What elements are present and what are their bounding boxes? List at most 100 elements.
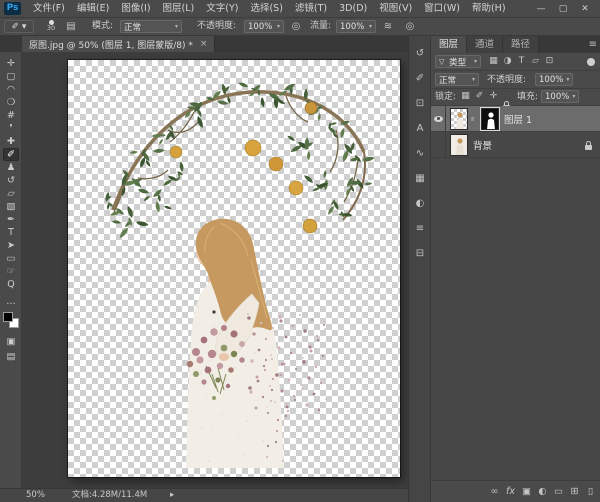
gradient-tool[interactable]: ▧ <box>3 200 19 213</box>
filter-adjustment-layers-icon[interactable]: ◑ <box>501 55 514 68</box>
layer1-mask-thumbnail[interactable] <box>481 108 499 130</box>
filter-pixel-layers-icon[interactable]: ▦ <box>487 55 500 68</box>
menu-window[interactable]: 窗口(W) <box>418 0 466 18</box>
lock-position-icon[interactable]: ✛ <box>487 90 500 103</box>
menu-view[interactable]: 视图(V) <box>373 0 418 18</box>
canvas[interactable] <box>68 60 400 477</box>
pen-tool[interactable]: ✒ <box>3 213 19 226</box>
lock-image-icon[interactable]: ✐ <box>473 90 486 103</box>
layer-row-layer1[interactable]: ∞ 图层 1 <box>431 106 600 132</box>
delete-layer-icon[interactable]: ▯ <box>583 484 598 499</box>
menu-file[interactable]: 文件(F) <box>27 0 71 18</box>
brush-preset-picker[interactable]: ✐ ▾ <box>4 20 34 33</box>
maximize-button[interactable]: ▢ <box>552 0 574 18</box>
quick-selection-tool[interactable]: ❍ <box>3 96 19 109</box>
layer-opacity-select[interactable]: 100% ▾ <box>535 73 573 86</box>
properties-panel-icon[interactable]: ≡ <box>411 221 429 237</box>
eyedropper-tool[interactable]: ❜ <box>3 122 19 135</box>
menu-edit[interactable]: 编辑(E) <box>71 0 115 18</box>
hand-tool[interactable]: ☞ <box>3 265 19 278</box>
particle <box>280 374 282 376</box>
particle <box>275 373 279 377</box>
layer-style-icon[interactable]: fx <box>503 484 518 499</box>
menu-image[interactable]: 图像(I) <box>115 0 156 18</box>
mask-link-icon[interactable]: ∞ <box>469 114 477 123</box>
fill-panel-icon[interactable]: ◐ <box>411 196 429 212</box>
particle <box>282 460 284 462</box>
opacity-label: 不透明度: <box>197 18 236 35</box>
menu-filter[interactable]: 滤镜(T) <box>289 0 333 18</box>
particle <box>313 393 316 396</box>
zoom-level[interactable]: 50% <box>26 489 45 502</box>
layer-fill-select[interactable]: 100% ▾ <box>541 90 579 103</box>
airbrush-icon[interactable]: ≋ <box>381 18 395 35</box>
brush-settings-panel-icon[interactable]: ✐ <box>411 71 429 87</box>
filter-kind-select[interactable]: ▽ 类型 ▾ <box>435 55 481 68</box>
minimize-button[interactable]: — <box>530 0 552 18</box>
filter-smart-objects-icon[interactable]: ⊡ <box>543 55 556 68</box>
document-tab[interactable]: 原图.jpg @ 50% (图层 1, 图层蒙版/8) * × <box>22 36 215 52</box>
opacity-select[interactable]: 100% ▾ <box>244 20 284 33</box>
toggle-brush-panel-icon[interactable]: ▤ <box>64 18 78 35</box>
tab-channels[interactable]: 通道 <box>467 36 503 53</box>
layer-name[interactable]: 图层 1 <box>504 112 532 126</box>
layer-name[interactable]: 背景 <box>473 138 492 152</box>
move-tool[interactable]: ✛ <box>3 57 19 70</box>
tab-paths[interactable]: 路径 <box>503 36 539 53</box>
close-tab-icon[interactable]: × <box>200 39 208 49</box>
info-panel-icon[interactable]: ⊟ <box>411 246 429 262</box>
path-selection-tool[interactable]: ➤ <box>3 239 19 252</box>
curves-panel-icon[interactable]: ∿ <box>411 146 429 162</box>
foreground-color-swatch[interactable] <box>3 312 13 322</box>
menu-select[interactable]: 选择(S) <box>244 0 288 18</box>
add-layer-mask-icon[interactable]: ▣ <box>519 484 534 499</box>
particle <box>300 384 302 386</box>
pressure-opacity-icon[interactable]: ◎ <box>289 18 303 35</box>
edit-toolbar-icon[interactable]: … <box>3 295 19 308</box>
visibility-toggle[interactable] <box>431 106 446 132</box>
screen-mode-icon[interactable]: ▤ <box>3 350 19 363</box>
background-thumbnail[interactable] <box>450 134 468 156</box>
quick-mask-icon[interactable]: ▣ <box>3 335 19 348</box>
filter-type-layers-icon[interactable]: T <box>515 55 528 68</box>
close-button[interactable]: ✕ <box>574 0 596 18</box>
history-panel-icon[interactable]: ↺ <box>411 46 429 62</box>
eraser-tool[interactable]: ▱ <box>3 187 19 200</box>
new-adjustment-layer-icon[interactable]: ◐ <box>535 484 550 499</box>
blend-mode-select[interactable]: 正常 ▾ <box>120 20 182 33</box>
layer-blend-mode-select[interactable]: 正常 ▾ <box>435 73 479 86</box>
layer1-thumbnail[interactable] <box>450 108 468 130</box>
character-panel-icon[interactable]: A <box>411 121 429 137</box>
filter-shape-layers-icon[interactable]: ▱ <box>529 55 542 68</box>
healing-brush-tool[interactable]: ✚ <box>3 135 19 148</box>
type-tool[interactable]: T <box>3 226 19 239</box>
history-brush-tool[interactable]: ↺ <box>3 174 19 187</box>
layer-filter-toggle[interactable] <box>587 58 595 66</box>
brush-tool[interactable]: ✐ <box>3 148 19 161</box>
menu-help[interactable]: 帮助(H) <box>466 0 512 18</box>
status-expand-icon[interactable]: ▸ <box>170 489 174 502</box>
link-layers-icon[interactable]: ∞ <box>487 484 502 499</box>
lock-transparent-icon[interactable]: ▦ <box>459 90 472 103</box>
menu-3d[interactable]: 3D(D) <box>333 0 373 18</box>
visibility-toggle[interactable] <box>431 132 446 158</box>
panel-menu-icon[interactable]: ≡ <box>589 36 597 53</box>
zoom-tool[interactable]: Q <box>3 278 19 291</box>
new-group-icon[interactable]: ▭ <box>551 484 566 499</box>
tab-layers[interactable]: 图层 <box>431 36 467 53</box>
menu-layer[interactable]: 图层(L) <box>157 0 201 18</box>
marquee-tool[interactable]: ▢ <box>3 70 19 83</box>
crop-tool[interactable]: # <box>3 109 19 122</box>
new-layer-icon[interactable]: ⊞ <box>567 484 582 499</box>
brush-size-picker[interactable]: 30 <box>42 19 60 35</box>
menu-type[interactable]: 文字(Y) <box>200 0 244 18</box>
layer-row-background[interactable]: 背景 <box>431 132 600 158</box>
clone-stamp-tool[interactable]: ♟ <box>3 161 19 174</box>
adjustments-panel-icon[interactable]: ▦ <box>411 171 429 187</box>
clone-source-panel-icon[interactable]: ⊡ <box>411 96 429 112</box>
lasso-tool[interactable]: ◠ <box>3 83 19 96</box>
flow-select[interactable]: 100% ▾ <box>336 20 376 33</box>
shape-tool[interactable]: ▭ <box>3 252 19 265</box>
lace-dot <box>208 460 210 462</box>
pressure-size-icon[interactable]: ◎ <box>403 18 417 35</box>
